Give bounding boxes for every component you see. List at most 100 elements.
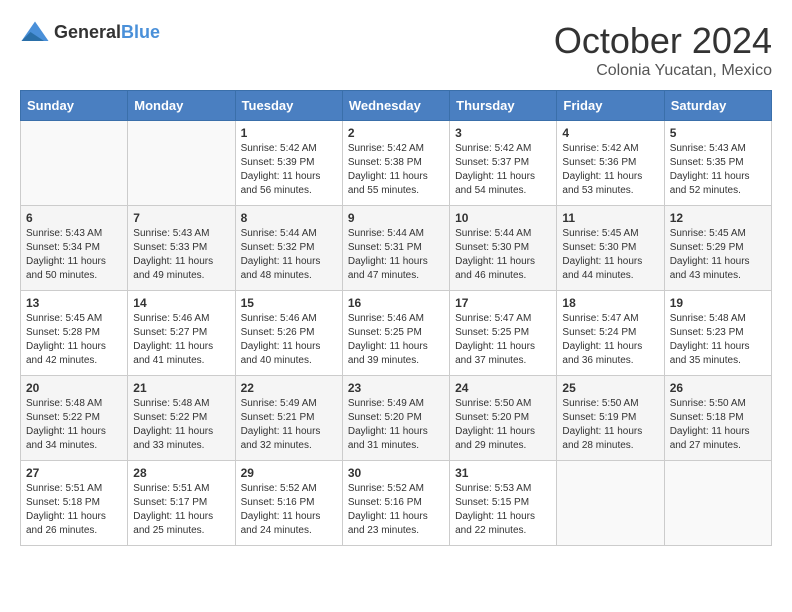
day-number: 25 [562,381,658,395]
day-cell: 25 Sunrise: 5:50 AMSunset: 5:19 PMDaylig… [557,376,664,461]
day-cell: 22 Sunrise: 5:49 AMSunset: 5:21 PMDaylig… [235,376,342,461]
day-number: 7 [133,211,229,225]
day-number: 31 [455,466,551,480]
header-cell-thursday: Thursday [450,91,557,121]
header-cell-monday: Monday [128,91,235,121]
day-number: 28 [133,466,229,480]
day-cell [21,121,128,206]
day-number: 23 [348,381,444,395]
logo-blue: Blue [121,22,160,42]
logo-general: General [54,22,121,42]
location-title: Colonia Yucatan, Mexico [554,62,772,80]
day-info: Sunrise: 5:48 AMSunset: 5:22 PMDaylight:… [133,398,213,451]
day-number: 5 [670,126,766,140]
day-cell: 27 Sunrise: 5:51 AMSunset: 5:18 PMDaylig… [21,461,128,546]
day-cell: 21 Sunrise: 5:48 AMSunset: 5:22 PMDaylig… [128,376,235,461]
day-info: Sunrise: 5:42 AMSunset: 5:37 PMDaylight:… [455,143,535,196]
calendar-body: 1 Sunrise: 5:42 AMSunset: 5:39 PMDayligh… [21,121,772,546]
day-cell: 18 Sunrise: 5:47 AMSunset: 5:24 PMDaylig… [557,291,664,376]
day-number: 8 [241,211,337,225]
day-cell [128,121,235,206]
day-info: Sunrise: 5:50 AMSunset: 5:18 PMDaylight:… [670,398,750,451]
calendar-header: SundayMondayTuesdayWednesdayThursdayFrid… [21,91,772,121]
day-number: 24 [455,381,551,395]
day-number: 29 [241,466,337,480]
day-number: 14 [133,296,229,310]
day-number: 1 [241,126,337,140]
day-info: Sunrise: 5:44 AMSunset: 5:31 PMDaylight:… [348,228,428,281]
day-cell: 15 Sunrise: 5:46 AMSunset: 5:26 PMDaylig… [235,291,342,376]
header-row: SundayMondayTuesdayWednesdayThursdayFrid… [21,91,772,121]
day-number: 16 [348,296,444,310]
day-cell [557,461,664,546]
day-number: 15 [241,296,337,310]
day-cell: 5 Sunrise: 5:43 AMSunset: 5:35 PMDayligh… [664,121,771,206]
day-cell: 23 Sunrise: 5:49 AMSunset: 5:20 PMDaylig… [342,376,449,461]
day-number: 13 [26,296,122,310]
day-number: 17 [455,296,551,310]
day-cell: 12 Sunrise: 5:45 AMSunset: 5:29 PMDaylig… [664,206,771,291]
day-info: Sunrise: 5:50 AMSunset: 5:19 PMDaylight:… [562,398,642,451]
day-cell: 28 Sunrise: 5:51 AMSunset: 5:17 PMDaylig… [128,461,235,546]
day-cell: 14 Sunrise: 5:46 AMSunset: 5:27 PMDaylig… [128,291,235,376]
day-number: 6 [26,211,122,225]
day-info: Sunrise: 5:43 AMSunset: 5:35 PMDaylight:… [670,143,750,196]
day-info: Sunrise: 5:46 AMSunset: 5:26 PMDaylight:… [241,313,321,366]
day-cell: 24 Sunrise: 5:50 AMSunset: 5:20 PMDaylig… [450,376,557,461]
day-info: Sunrise: 5:52 AMSunset: 5:16 PMDaylight:… [348,483,428,536]
day-number: 30 [348,466,444,480]
day-number: 21 [133,381,229,395]
day-info: Sunrise: 5:53 AMSunset: 5:15 PMDaylight:… [455,483,535,536]
day-number: 19 [670,296,766,310]
week-row-5: 27 Sunrise: 5:51 AMSunset: 5:18 PMDaylig… [21,461,772,546]
day-info: Sunrise: 5:46 AMSunset: 5:27 PMDaylight:… [133,313,213,366]
day-info: Sunrise: 5:49 AMSunset: 5:20 PMDaylight:… [348,398,428,451]
day-number: 9 [348,211,444,225]
day-info: Sunrise: 5:50 AMSunset: 5:20 PMDaylight:… [455,398,535,451]
day-cell: 31 Sunrise: 5:53 AMSunset: 5:15 PMDaylig… [450,461,557,546]
day-info: Sunrise: 5:44 AMSunset: 5:32 PMDaylight:… [241,228,321,281]
day-cell: 11 Sunrise: 5:45 AMSunset: 5:30 PMDaylig… [557,206,664,291]
day-info: Sunrise: 5:43 AMSunset: 5:34 PMDaylight:… [26,228,106,281]
day-info: Sunrise: 5:52 AMSunset: 5:16 PMDaylight:… [241,483,321,536]
day-info: Sunrise: 5:42 AMSunset: 5:36 PMDaylight:… [562,143,642,196]
week-row-1: 1 Sunrise: 5:42 AMSunset: 5:39 PMDayligh… [21,121,772,206]
day-cell: 9 Sunrise: 5:44 AMSunset: 5:31 PMDayligh… [342,206,449,291]
week-row-3: 13 Sunrise: 5:45 AMSunset: 5:28 PMDaylig… [21,291,772,376]
day-cell: 30 Sunrise: 5:52 AMSunset: 5:16 PMDaylig… [342,461,449,546]
header-cell-tuesday: Tuesday [235,91,342,121]
day-info: Sunrise: 5:42 AMSunset: 5:38 PMDaylight:… [348,143,428,196]
day-number: 2 [348,126,444,140]
day-number: 18 [562,296,658,310]
day-info: Sunrise: 5:44 AMSunset: 5:30 PMDaylight:… [455,228,535,281]
day-info: Sunrise: 5:45 AMSunset: 5:28 PMDaylight:… [26,313,106,366]
day-info: Sunrise: 5:48 AMSunset: 5:22 PMDaylight:… [26,398,106,451]
day-number: 11 [562,211,658,225]
day-info: Sunrise: 5:45 AMSunset: 5:30 PMDaylight:… [562,228,642,281]
day-info: Sunrise: 5:42 AMSunset: 5:39 PMDaylight:… [241,143,321,196]
logo-icon [20,20,50,44]
day-number: 20 [26,381,122,395]
day-cell: 6 Sunrise: 5:43 AMSunset: 5:34 PMDayligh… [21,206,128,291]
day-info: Sunrise: 5:51 AMSunset: 5:18 PMDaylight:… [26,483,106,536]
day-cell: 8 Sunrise: 5:44 AMSunset: 5:32 PMDayligh… [235,206,342,291]
day-info: Sunrise: 5:48 AMSunset: 5:23 PMDaylight:… [670,313,750,366]
day-number: 3 [455,126,551,140]
day-cell: 7 Sunrise: 5:43 AMSunset: 5:33 PMDayligh… [128,206,235,291]
day-number: 12 [670,211,766,225]
day-cell: 3 Sunrise: 5:42 AMSunset: 5:37 PMDayligh… [450,121,557,206]
day-cell [664,461,771,546]
day-info: Sunrise: 5:43 AMSunset: 5:33 PMDaylight:… [133,228,213,281]
title-block: October 2024 Colonia Yucatan, Mexico [554,20,772,80]
header-cell-saturday: Saturday [664,91,771,121]
day-cell: 10 Sunrise: 5:44 AMSunset: 5:30 PMDaylig… [450,206,557,291]
day-info: Sunrise: 5:47 AMSunset: 5:24 PMDaylight:… [562,313,642,366]
day-cell: 29 Sunrise: 5:52 AMSunset: 5:16 PMDaylig… [235,461,342,546]
day-number: 22 [241,381,337,395]
logo: GeneralBlue [20,20,160,44]
day-number: 10 [455,211,551,225]
week-row-2: 6 Sunrise: 5:43 AMSunset: 5:34 PMDayligh… [21,206,772,291]
day-cell: 17 Sunrise: 5:47 AMSunset: 5:25 PMDaylig… [450,291,557,376]
header-cell-sunday: Sunday [21,91,128,121]
day-cell: 20 Sunrise: 5:48 AMSunset: 5:22 PMDaylig… [21,376,128,461]
